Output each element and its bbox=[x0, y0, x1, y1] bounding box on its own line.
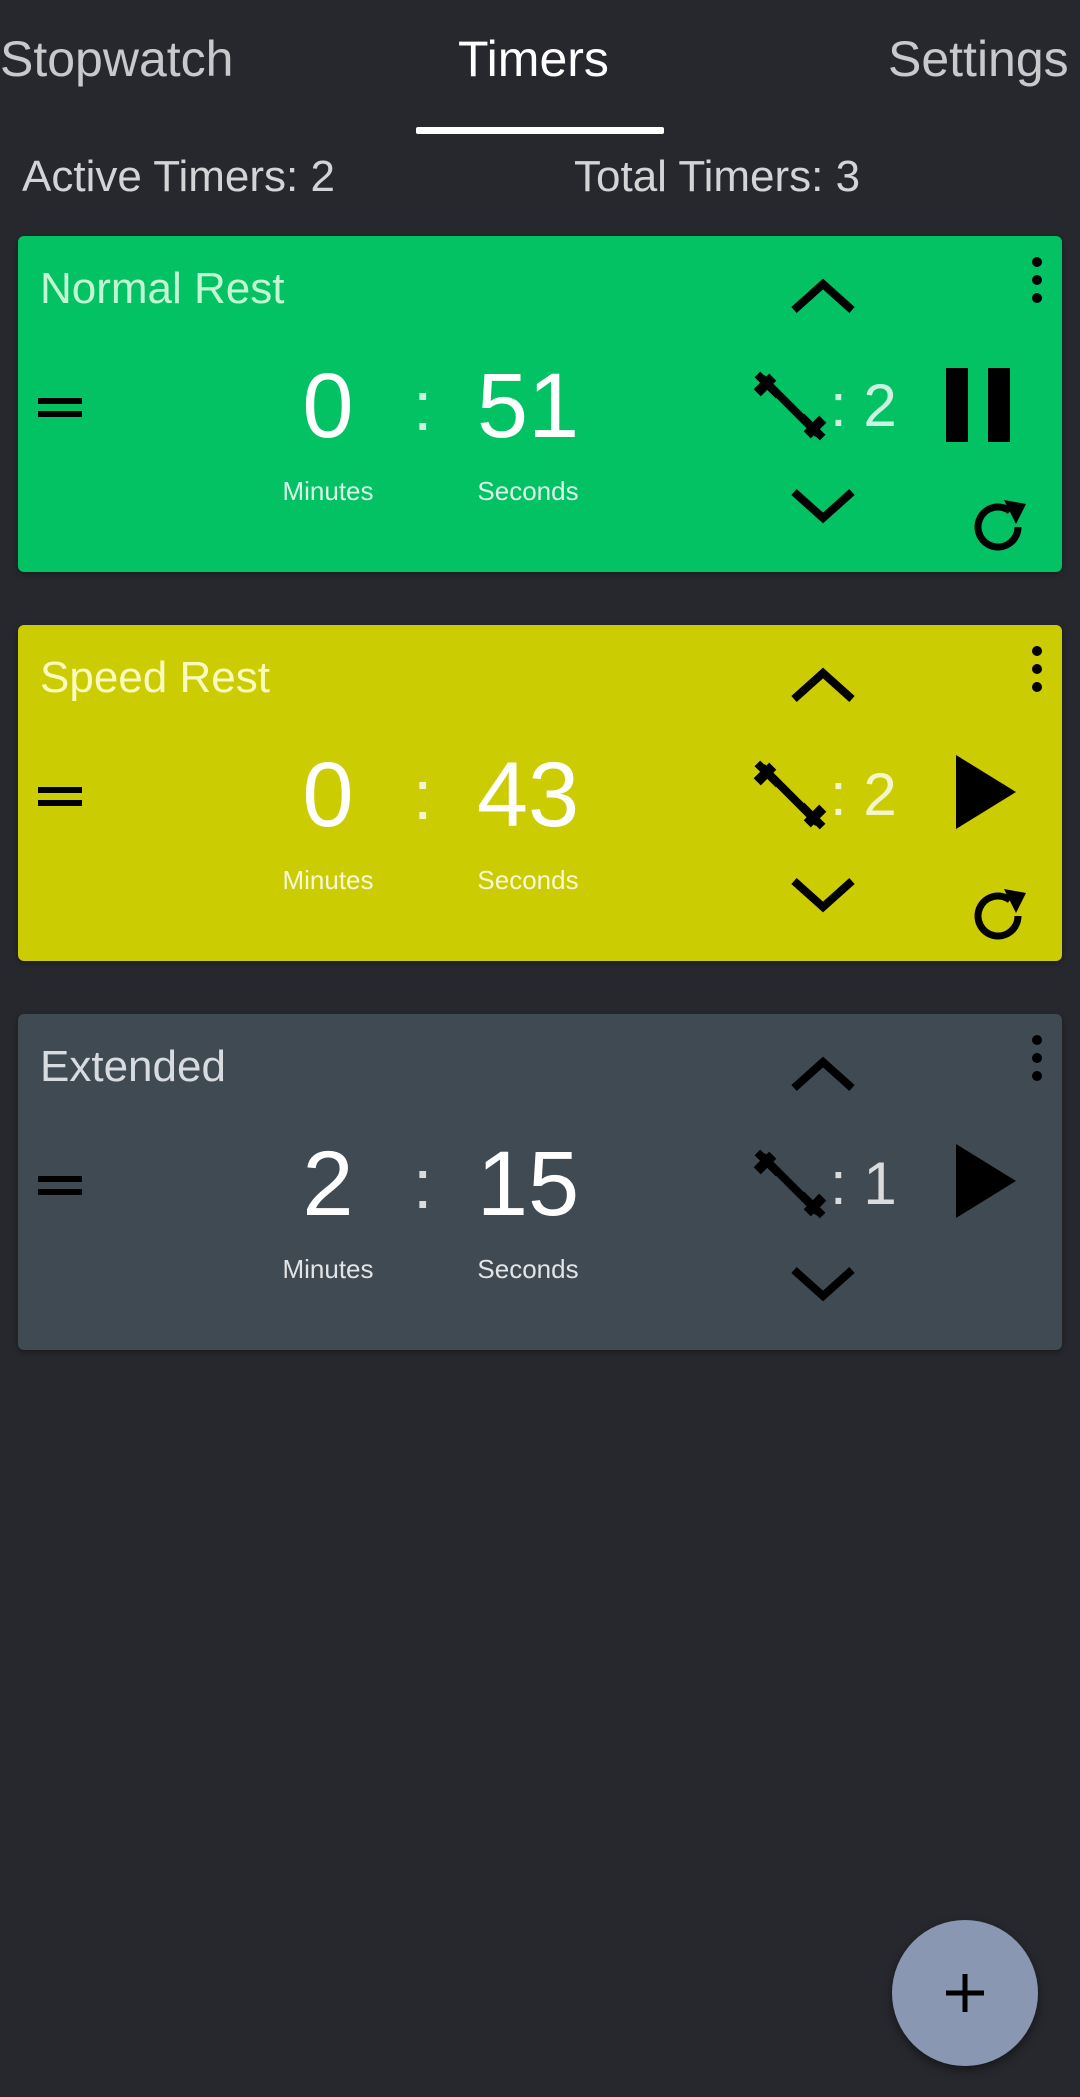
timer-card[interactable]: Speed Rest 0 : 43 Minutes Seconds : 2 bbox=[18, 625, 1062, 961]
reset-icon[interactable] bbox=[966, 883, 1032, 949]
chevron-down-icon[interactable] bbox=[788, 1264, 858, 1304]
seconds-value: 51 bbox=[476, 355, 580, 457]
play-icon[interactable] bbox=[954, 1144, 1020, 1218]
dumbbell-icon bbox=[750, 1144, 830, 1224]
dumbbell-icon bbox=[750, 755, 830, 835]
add-timer-button[interactable] bbox=[892, 1920, 1038, 2066]
reset-icon[interactable] bbox=[966, 494, 1032, 560]
sets-count: : 1 bbox=[830, 1150, 897, 1217]
minutes-value: 2 bbox=[302, 1133, 354, 1235]
drag-handle-icon[interactable] bbox=[38, 398, 82, 418]
sets-count: : 2 bbox=[830, 761, 897, 828]
more-vert-icon[interactable] bbox=[1030, 645, 1044, 693]
timer-card[interactable]: Normal Rest 0 : 51 Minutes Seconds : 2 bbox=[18, 236, 1062, 572]
more-vert-icon[interactable] bbox=[1030, 256, 1044, 304]
chevron-up-icon[interactable] bbox=[788, 1054, 858, 1094]
drag-handle-icon[interactable] bbox=[38, 787, 82, 807]
sets-count: : 2 bbox=[830, 372, 897, 439]
minutes-label: Minutes bbox=[282, 1254, 374, 1284]
minutes-label: Minutes bbox=[282, 865, 374, 895]
tab-stopwatch[interactable]: Stopwatch bbox=[0, 24, 233, 94]
timer-name: Extended bbox=[40, 1042, 226, 1091]
timer-card[interactable]: Extended 2 : 15 Minutes Seconds : 1 bbox=[18, 1014, 1062, 1350]
time-separator: : bbox=[413, 367, 433, 445]
tab-timers[interactable]: Timers bbox=[458, 24, 609, 94]
chevron-down-icon[interactable] bbox=[788, 875, 858, 915]
seconds-value: 43 bbox=[476, 744, 580, 846]
plus-icon bbox=[946, 1974, 984, 2012]
pause-icon[interactable] bbox=[946, 368, 1012, 442]
minutes-value: 0 bbox=[302, 744, 354, 846]
active-timers-count: Active Timers: 2 bbox=[22, 152, 335, 201]
minutes-value: 0 bbox=[302, 355, 354, 457]
total-timers-count: Total Timers: 3 bbox=[574, 152, 861, 201]
seconds-value: 15 bbox=[476, 1133, 580, 1235]
chevron-down-icon[interactable] bbox=[788, 486, 858, 526]
dumbbell-icon bbox=[750, 366, 830, 446]
chevron-up-icon[interactable] bbox=[788, 665, 858, 705]
seconds-label: Seconds bbox=[477, 865, 579, 895]
time-separator: : bbox=[413, 1145, 433, 1223]
tab-bar: Stopwatch Timers Settings bbox=[0, 0, 1080, 136]
drag-handle-icon[interactable] bbox=[38, 1176, 82, 1196]
timer-name: Normal Rest bbox=[40, 264, 285, 313]
more-vert-icon[interactable] bbox=[1030, 1034, 1044, 1082]
timer-name: Speed Rest bbox=[40, 653, 270, 702]
seconds-label: Seconds bbox=[477, 476, 579, 506]
chevron-up-icon[interactable] bbox=[788, 276, 858, 316]
tab-settings[interactable]: Settings bbox=[888, 24, 1069, 94]
active-tab-indicator bbox=[416, 127, 664, 134]
minutes-label: Minutes bbox=[282, 476, 374, 506]
time-separator: : bbox=[413, 756, 433, 834]
seconds-label: Seconds bbox=[477, 1254, 579, 1284]
play-icon[interactable] bbox=[954, 755, 1020, 829]
